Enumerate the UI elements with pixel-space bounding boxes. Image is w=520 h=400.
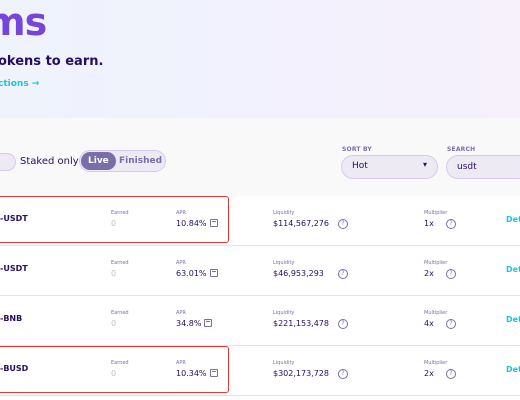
apr-label: APR	[176, 260, 186, 266]
page-subtitle: okens to earn.	[0, 54, 104, 69]
earned-label: Earned	[111, 210, 129, 216]
chevron-down-icon: ▾	[422, 160, 427, 169]
table-row[interactable]: -BNB Earned 0 APR 34.8% Liquidity $221,153,478…	[0, 296, 520, 346]
sort-value: Hot	[352, 161, 368, 171]
question-icon[interactable]: ?	[338, 269, 348, 279]
apr-value: 34.8%	[176, 319, 213, 328]
farm-pair-name: -USDT	[0, 214, 28, 223]
apr-number: 10.34%	[176, 369, 207, 378]
live-finished-switch[interactable]: Live Finished	[79, 150, 166, 172]
calculator-icon[interactable]	[209, 219, 218, 227]
search-label: SEARCH	[447, 146, 476, 153]
question-icon[interactable]: ?	[338, 369, 348, 379]
apr-label: APR	[176, 360, 186, 366]
earned-value: 0	[111, 319, 117, 328]
staked-only-label: Staked only	[20, 156, 79, 167]
sort-select[interactable]: Hot ▾	[341, 155, 438, 179]
question-icon[interactable]: ?	[446, 369, 456, 379]
apr-label: APR	[176, 210, 186, 216]
calculator-icon[interactable]	[209, 269, 218, 277]
apr-value: 10.34%	[176, 369, 218, 378]
table-row[interactable]: -USDT Earned 0 APR 63.01% Liquidity $46,953,29…	[0, 246, 520, 296]
multiplier-label: Multiplier	[424, 210, 448, 216]
earned-value: 0	[111, 369, 117, 378]
liquidity-value: $221,153,478	[273, 319, 329, 328]
question-icon[interactable]: ?	[446, 219, 456, 229]
farm-pair-name: -BNB	[0, 314, 23, 323]
earned-label: Earned	[111, 260, 129, 266]
liquidity-value: $302,173,728	[273, 369, 329, 378]
apr-number: 10.84%	[176, 219, 207, 228]
details-button[interactable]: Det	[506, 365, 520, 374]
apr-value: 10.84%	[176, 219, 218, 228]
multiplier-value: 2x	[424, 369, 434, 378]
liquidity-label: Liquidity	[273, 310, 295, 316]
calculator-icon[interactable]	[209, 369, 218, 377]
question-icon[interactable]: ?	[338, 319, 348, 329]
tab-live[interactable]: Live	[81, 152, 116, 170]
community-auctions-link[interactable]: ctions →	[0, 79, 39, 89]
table-row[interactable]: -USDT Earned 0 APR 10.84% Liquidity $114,567,2…	[0, 196, 520, 246]
tab-finished[interactable]: Finished	[119, 152, 162, 170]
multiplier-value: 1x	[424, 219, 434, 228]
apr-value: 63.01%	[176, 269, 218, 278]
details-button[interactable]: Det	[506, 315, 520, 324]
apr-label: APR	[176, 310, 186, 316]
question-icon[interactable]: ?	[338, 219, 348, 229]
earned-label: Earned	[111, 360, 129, 366]
earned-value: 0	[111, 219, 117, 228]
calculator-icon[interactable]	[204, 319, 213, 327]
search-input[interactable]	[446, 155, 520, 179]
page-title: ms	[0, 0, 47, 44]
liquidity-label: Liquidity	[273, 210, 295, 216]
earned-label: Earned	[111, 310, 129, 316]
liquidity-value: $46,953,293	[273, 269, 324, 278]
multiplier-label: Multiplier	[424, 360, 448, 366]
liquidity-label: Liquidity	[273, 360, 295, 366]
farms-header: ms okens to earn. ctions →	[0, 0, 520, 118]
sort-by-label: SORT BY	[342, 146, 372, 153]
staked-only-toggle[interactable]	[0, 153, 16, 171]
farm-pair-name: -BUSD	[0, 364, 29, 373]
apr-number: 34.8%	[176, 319, 202, 328]
multiplier-label: Multiplier	[424, 260, 448, 266]
question-icon[interactable]: ?	[446, 269, 456, 279]
earned-value: 0	[111, 269, 117, 278]
multiplier-value: 4x	[424, 319, 434, 328]
details-button[interactable]: Det	[506, 215, 520, 224]
farm-pair-name: -USDT	[0, 264, 28, 273]
farms-table: -USDT Earned 0 APR 10.84% Liquidity $114,567,2…	[0, 196, 520, 400]
multiplier-value: 2x	[424, 269, 434, 278]
multiplier-label: Multiplier	[424, 310, 448, 316]
liquidity-value: $114,567,276	[273, 219, 329, 228]
apr-number: 63.01%	[176, 269, 207, 278]
filter-bar: Staked only Live Finished SORT BY Hot ▾ …	[0, 118, 520, 196]
details-button[interactable]: Det	[506, 265, 520, 274]
liquidity-label: Liquidity	[273, 260, 295, 266]
table-row[interactable]: -BUSD Earned 0 APR 10.34% Liquidity $302,173,7…	[0, 346, 520, 396]
question-icon[interactable]: ?	[446, 319, 456, 329]
